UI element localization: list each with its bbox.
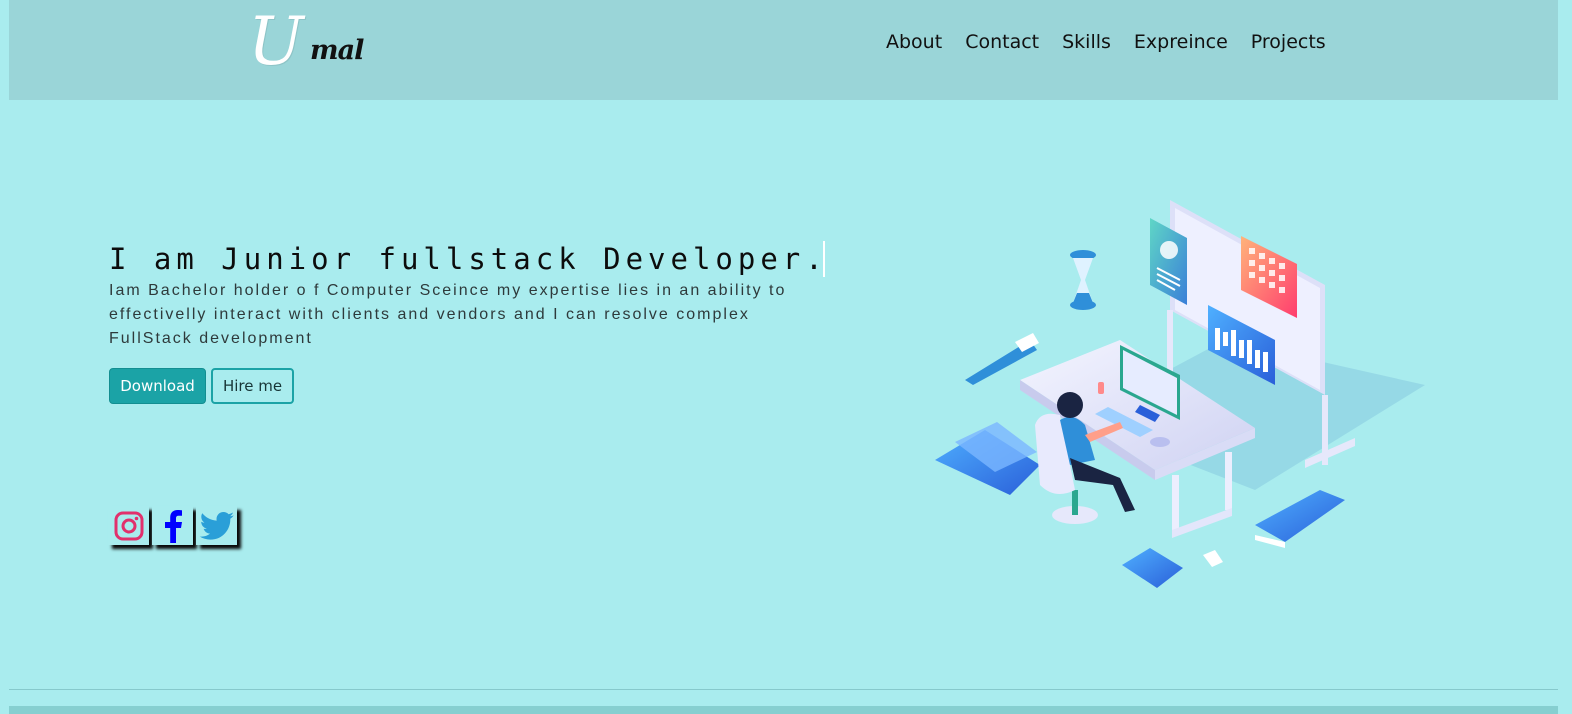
hero-description: Iam Bachelor holder o f Computer Sceince… — [109, 282, 787, 347]
footer-bar — [9, 706, 1558, 714]
logo-initial: U — [248, 3, 304, 80]
download-button[interactable]: Download — [109, 368, 206, 404]
nav-link-contact[interactable]: Contact — [965, 28, 1039, 56]
stapler-icon — [1255, 490, 1345, 548]
nav-link-skills[interactable]: Skills — [1062, 28, 1111, 56]
hourglass-icon — [1070, 250, 1096, 310]
instagram-icon[interactable] — [108, 506, 149, 545]
hire-me-button[interactable]: Hire me — [211, 368, 294, 404]
social-links — [108, 506, 240, 545]
twitter-icon[interactable] — [196, 506, 237, 545]
typing-cursor — [823, 241, 825, 277]
footer-divider — [9, 689, 1558, 690]
folder-icon — [935, 422, 1040, 495]
facebook-icon[interactable] — [152, 506, 193, 545]
hero-title: I am Junior fullstack Developer. — [109, 242, 828, 276]
nav-link-projects[interactable]: Projects — [1251, 28, 1326, 56]
nav-menu: About Contact Skills Expreince Projects — [886, 28, 1326, 56]
nav-link-experience[interactable]: Expreince — [1134, 28, 1228, 56]
developer-illustration — [935, 200, 1425, 588]
logo[interactable]: U mal — [248, 4, 378, 80]
logo-text: mal — [310, 35, 364, 66]
nav-link-about[interactable]: About — [886, 28, 942, 56]
eraser-icon — [1203, 550, 1223, 567]
notepad-icon — [1122, 548, 1183, 588]
mouse-icon — [1150, 437, 1170, 447]
cup-icon — [1098, 382, 1104, 394]
